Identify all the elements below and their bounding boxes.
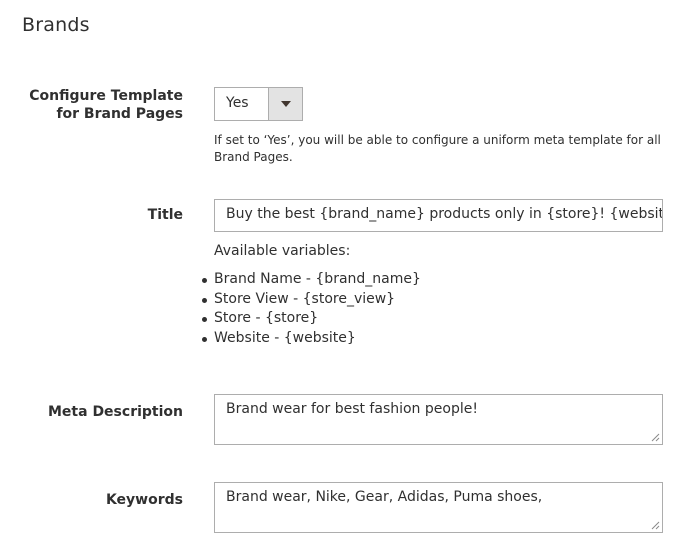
meta-description-textarea[interactable]: Brand wear for best fashion people!	[214, 394, 663, 445]
variable-item: Store View - {store_view}	[202, 290, 421, 310]
resize-handle-icon[interactable]	[651, 521, 660, 530]
variable-item: Website - {website}	[202, 329, 421, 349]
section-title: Brands	[22, 14, 90, 36]
title-label: Title	[147, 207, 183, 223]
configure-template-note: If set to ‘Yes’, you will be able to con…	[214, 133, 661, 164]
keywords-label: Keywords	[105, 492, 183, 508]
keywords-textarea[interactable]: Brand wear, Nike, Gear, Adidas, Puma sho…	[214, 482, 663, 533]
variables-heading: Available variables:	[214, 243, 351, 259]
variable-item: Brand Name - {brand_name}	[202, 270, 421, 290]
meta-description-value: Brand wear for best fashion people!	[226, 401, 478, 417]
title-input[interactable]: Buy the best {brand_name} products only …	[214, 199, 663, 232]
configure-template-label: Configure Template for Brand Pages	[29, 88, 183, 122]
configure-template-select[interactable]: Yes	[214, 87, 303, 121]
keywords-value: Brand wear, Nike, Gear, Adidas, Puma sho…	[226, 489, 543, 505]
select-value: Yes	[226, 95, 249, 111]
variable-item: Store - {store}	[202, 309, 421, 329]
variables-list: Brand Name - {brand_name} Store View - {…	[202, 270, 421, 349]
resize-handle-icon[interactable]	[651, 433, 660, 442]
caret-down-icon[interactable]	[268, 88, 302, 120]
meta-description-label: Meta Description	[48, 404, 183, 420]
